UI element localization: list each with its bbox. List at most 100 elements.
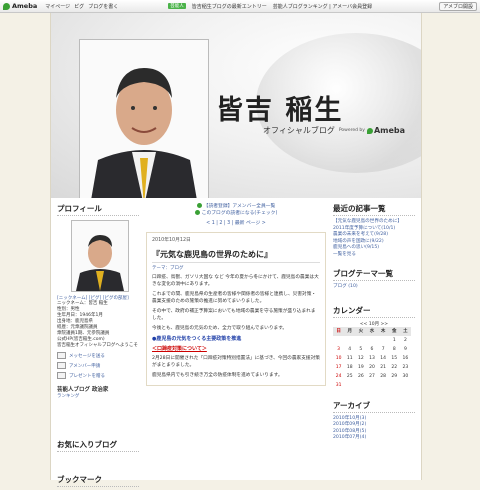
weekday-header: 金 bbox=[388, 326, 400, 336]
calendar-day[interactable]: 14 bbox=[378, 354, 389, 363]
ameba-leaf-icon bbox=[3, 2, 10, 10]
calendar-day[interactable] bbox=[333, 336, 344, 345]
calendar-day[interactable]: 25 bbox=[344, 372, 355, 381]
portrait-image bbox=[80, 40, 208, 198]
left-sidebar: プロフィール [ニックネーム] [ピグ] [ピグの部屋] ニックネーム：皆吉 稲… bbox=[57, 203, 139, 490]
topnav-write-blog[interactable]: ブログを書く bbox=[88, 3, 118, 10]
latest-entry-link[interactable]: 皆吉稲生ブログの最新エントリー bbox=[192, 3, 267, 10]
favorite-blogs-heading: お気に入りブログ bbox=[57, 439, 139, 452]
calendar-day[interactable] bbox=[355, 381, 366, 390]
open-blog-button[interactable]: アメブロ開設 bbox=[439, 2, 477, 11]
calendar-day[interactable]: 9 bbox=[400, 345, 411, 354]
member-icon bbox=[57, 362, 66, 369]
calendar-day[interactable] bbox=[355, 336, 366, 345]
calendar-day[interactable]: 2 bbox=[400, 336, 411, 345]
entry-title[interactable]: 『元気な鹿児島の世界のために』 bbox=[152, 249, 320, 263]
entry-paragraph: 鹿児島県内でも引き続き万全の防疫体制を進めてまいります。 bbox=[152, 373, 283, 378]
ameba-logo[interactable]: Ameba bbox=[3, 2, 37, 10]
envelope-icon bbox=[57, 352, 66, 359]
entry-paragraph: その中で、政府の補正予算案においても地域の農業を守る施策が盛り込まれました。 bbox=[152, 309, 316, 321]
calendar: << 10月 >> 日 月 火 水 木 金 土 1 2 3 4 5 6 7 8 … bbox=[333, 321, 415, 390]
calendar-day[interactable]: 24 bbox=[333, 372, 344, 381]
calendar-day[interactable]: 3 bbox=[333, 345, 344, 354]
calendar-day[interactable]: 28 bbox=[378, 372, 389, 381]
send-gift-button[interactable]: プレゼントを贈る bbox=[57, 372, 139, 379]
recent-more-link[interactable]: 一覧を見る bbox=[333, 252, 415, 259]
amember-apply-button[interactable]: アメンバー申請 bbox=[57, 362, 139, 369]
calendar-day[interactable] bbox=[389, 381, 400, 390]
theme-link[interactable]: ブログ (10) bbox=[333, 284, 415, 291]
calendar-day[interactable]: 10 bbox=[333, 354, 344, 363]
archive-link[interactable]: 2010年07月(4) bbox=[333, 435, 415, 442]
calendar-day[interactable]: 8 bbox=[389, 345, 400, 354]
theme-list: ブログ (10) bbox=[333, 284, 415, 291]
calendar-day[interactable] bbox=[344, 336, 355, 345]
calendar-day[interactable]: 18 bbox=[344, 363, 355, 372]
calendar-day[interactable]: 31 bbox=[333, 381, 344, 390]
global-topbar: Ameba マイページ ピグ ブログを書く 芸能人 皆吉稲生ブログの最新エントリ… bbox=[0, 0, 480, 13]
topnav-mypage[interactable]: マイページ bbox=[45, 3, 70, 10]
pagination[interactable]: < 1 | 2 | 3 | 最新 ページ > bbox=[146, 219, 326, 226]
entry-theme[interactable]: テーマ：ブログ bbox=[152, 265, 320, 271]
calendar-grid: 日 月 火 水 木 金 土 1 2 3 4 5 6 7 8 9 10 11 12… bbox=[333, 326, 411, 390]
calendar-day[interactable]: 16 bbox=[400, 354, 411, 363]
calendar-day[interactable]: 4 bbox=[344, 345, 355, 354]
ameba-dot-icon bbox=[196, 203, 202, 208]
profile-photo-small bbox=[71, 220, 129, 292]
calendar-day[interactable]: 5 bbox=[355, 345, 366, 354]
recent-articles-list: 【元気な鹿児島の世界のために】 2011年度予算について(10/1) 農業の未来… bbox=[333, 219, 415, 258]
calendar-day[interactable]: 1 bbox=[389, 336, 400, 345]
theme-list-heading: ブログテーマ一覧 bbox=[333, 268, 415, 281]
topnav-pigg[interactable]: ピグ bbox=[74, 3, 84, 10]
calendar-day[interactable]: 19 bbox=[355, 363, 366, 372]
ranking-link[interactable]: 芸能人ブログランキング | アメーバ会員登録 bbox=[273, 3, 372, 10]
amember-list-label: 【読者登録】アメンバー全員一覧 bbox=[203, 204, 276, 209]
calendar-day[interactable]: 15 bbox=[389, 354, 400, 363]
calendar-day[interactable]: 13 bbox=[366, 354, 377, 363]
entry-date: 2010年10月12日 bbox=[152, 238, 191, 243]
become-reader-label: このブログの読者になる(チェック) bbox=[201, 211, 278, 216]
entry-highlight-red[interactable]: ＜口蹄疫対策について＞ bbox=[152, 345, 320, 352]
powered-by-label: Powered by bbox=[338, 128, 365, 133]
blog-header: 皆吉 稲生 オフィシャルブログ Powered by Ameba bbox=[51, 13, 421, 198]
ameba-logo-small[interactable]: Ameba bbox=[366, 126, 406, 135]
ranking-box[interactable]: 芸能人ブログ 政治家 ランキング bbox=[57, 385, 139, 399]
ameba-brand-small-text: Ameba bbox=[373, 126, 406, 135]
calendar-day[interactable]: 17 bbox=[333, 363, 344, 372]
amember-apply-label: アメンバー申請 bbox=[69, 363, 101, 369]
reader-links: 【読者登録】アメンバー全員一覧 このブログの読者になる(チェック) bbox=[146, 203, 326, 217]
blog-subtitle: オフィシャルブログ Powered by Ameba bbox=[263, 125, 405, 136]
entry-paragraph: 今後とも、鹿児島の元気のため、全力で取り組んでまいります。 bbox=[152, 326, 288, 331]
calendar-day[interactable]: 23 bbox=[400, 363, 411, 372]
calendar-day[interactable]: 12 bbox=[355, 354, 366, 363]
send-message-button[interactable]: メッセージを送る bbox=[57, 352, 139, 359]
calendar-day[interactable]: 20 bbox=[366, 363, 377, 372]
calendar-day[interactable]: 29 bbox=[389, 372, 400, 381]
ranking-sub: ランキング bbox=[57, 394, 80, 399]
main-column: 【読者登録】アメンバー全員一覧 このブログの読者になる(チェック) < 1 | … bbox=[146, 203, 326, 386]
calendar-day[interactable]: 26 bbox=[355, 372, 366, 381]
calendar-day[interactable] bbox=[366, 381, 377, 390]
calendar-day[interactable] bbox=[378, 336, 389, 345]
official-blog-label: オフィシャルブログ bbox=[263, 126, 335, 135]
amember-list-link[interactable]: 【読者登録】アメンバー全員一覧 bbox=[146, 203, 326, 210]
calendar-day[interactable]: 11 bbox=[344, 354, 355, 363]
calendar-day[interactable]: 22 bbox=[389, 363, 400, 372]
calendar-day[interactable]: 6 bbox=[366, 345, 377, 354]
recent-articles-heading: 最近の記事一覧 bbox=[333, 203, 415, 216]
calendar-day[interactable] bbox=[378, 381, 389, 390]
calendar-day[interactable]: 21 bbox=[378, 363, 389, 372]
entry-body: 口蹄疫、鳥獣、ガソリ大国な など 今年の夏から冬にかけて、鹿児島の農業は大きな変… bbox=[152, 274, 320, 379]
weekday-header: 土 bbox=[399, 326, 411, 336]
entry-paragraph: これまでの間、鹿児島県の生産者の皆様や関係者の皆様と連携し、災害対策・農業支援の… bbox=[152, 292, 317, 304]
weekday-header: 日 bbox=[333, 326, 345, 336]
calendar-day[interactable]: 27 bbox=[366, 372, 377, 381]
calendar-day[interactable] bbox=[400, 381, 411, 390]
calendar-day[interactable]: 7 bbox=[378, 345, 389, 354]
weekday-header: 水 bbox=[366, 326, 378, 336]
calendar-day[interactable]: 30 bbox=[400, 372, 411, 381]
calendar-day[interactable] bbox=[344, 381, 355, 390]
calendar-day[interactable] bbox=[366, 336, 377, 345]
ameba-leaf-icon-small bbox=[366, 127, 373, 134]
become-reader-link[interactable]: このブログの読者になる(チェック) bbox=[146, 210, 326, 217]
